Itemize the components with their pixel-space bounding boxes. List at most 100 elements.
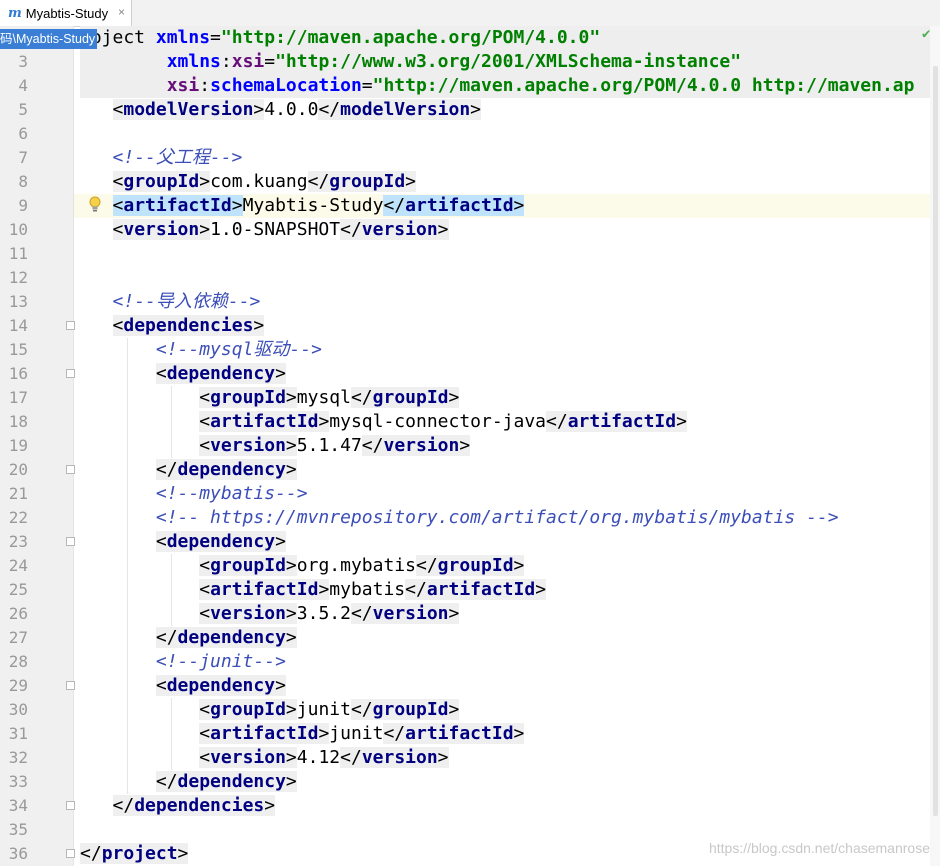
code-line[interactable]: 10 <version>1.0-SNAPSHOT</version> [0,218,940,242]
line-number: 26 [8,604,28,623]
code-line[interactable]: 19 <version>5.1.47</version> [0,434,940,458]
code-line[interactable]: 25 <artifactId>mybatis</artifactId> [0,578,940,602]
fold-icon[interactable] [66,801,75,810]
xml-tag: <version> [199,747,297,768]
code-line[interactable]: 20 </dependency> [0,458,940,482]
code-line[interactable]: 27 </dependency> [0,626,940,650]
code-line[interactable]: 11 [0,242,940,266]
tag-name: dependency [177,459,286,480]
code-token: 3.5.2 [296,603,351,624]
xml-tag: </dependency> [155,627,297,648]
code-line[interactable]: 24 <groupId>org.mybatis</groupId> [0,554,940,578]
code-line[interactable]: 9 <artifactId>Myabtis-Study</artifactId> [0,194,940,218]
code-text: <groupId>mysql</groupId> [80,386,460,410]
code-token: <!--父工程--> [112,147,243,168]
code-text: <groupId>com.kuang</groupId> [80,170,416,194]
tag-name: artifactId [405,723,514,744]
code-line[interactable]: 13 <!--导入依赖--> [0,290,940,314]
code-line[interactable]: 23 <dependency> [0,530,940,554]
code-line[interactable]: 17 <groupId>mysql</groupId> [0,386,940,410]
code-line[interactable]: 5 <modelVersion>4.0.0</modelVersion> [0,98,940,122]
code-token: : [220,51,232,72]
code-line[interactable]: 32 <version>4.12</version> [0,746,940,770]
tab-title: Myabtis-Study [25,5,109,21]
code-line[interactable]: 8 <groupId>com.kuang</groupId> [0,170,940,194]
xml-tag: </version> [340,219,449,240]
code-line[interactable]: 7 <!--父工程--> [0,146,940,170]
line-number: 23 [8,532,28,551]
code-token: junit [296,699,351,720]
code-line[interactable]: 34 </dependencies> [0,794,940,818]
code-line[interactable]: 26 <version>3.5.2</version> [0,602,940,626]
watermark: https://blog.csdn.net/chasemanrose [708,840,930,856]
code-text: <!--父工程--> [80,146,243,170]
close-icon[interactable]: × [118,5,125,19]
code-text: </dependency> [80,626,297,650]
code-line[interactable]: 22 <!-- https://mvnrepository.com/artifa… [0,506,940,530]
lightbulb-icon[interactable] [88,196,102,212]
code-line[interactable]: 31 <artifactId>junit</artifactId> [0,722,940,746]
code-token: <!-- https://mvnrepository.com/artifact/… [155,507,839,528]
code-line[interactable]: 18 <artifactId>mysql-connector-java</art… [0,410,940,434]
code-line[interactable]: 30 <groupId>junit</groupId> [0,698,940,722]
line-number: 9 [18,196,28,215]
code-text: <dependency> [80,674,286,698]
code-line[interactable]: 12 [0,266,940,290]
code-text: </dependencies> [80,794,276,818]
code-line[interactable]: 28 <!--junit--> [0,650,940,674]
code-text: <groupId>org.mybatis</groupId> [80,554,525,578]
code-token: xmlns [155,27,211,48]
code-line[interactable]: 16 <dependency> [0,362,940,386]
tag-name: version [210,435,286,456]
xml-tag: <version> [112,219,211,240]
code-line[interactable]: 29 <dependency> [0,674,940,698]
code-text: xmlns:xsi="http://www.w3.org/2001/XMLSch… [80,50,741,74]
line-number: 30 [8,700,28,719]
fold-icon[interactable] [66,681,75,690]
code-token: = [264,51,276,72]
line-number: 8 [18,172,28,191]
xml-tag: </project> [80,843,189,864]
xml-tag: <version> [199,435,297,456]
tag-name: groupId [372,699,449,720]
vertical-scrollbar[interactable] [930,26,940,866]
editor-tab-bar: m Myabtis-Study × [0,0,940,27]
xml-tag: </artifactId> [383,195,525,216]
code-line[interactable]: 14 <dependencies> [0,314,940,338]
fold-icon[interactable] [66,849,75,858]
tag-name: dependency [177,771,286,792]
code-line[interactable]: 35 [0,818,940,842]
code-token: 5.1.47 [296,435,362,456]
code-token: <!--mysql驱动--> [155,339,322,360]
code-token: mysql [296,387,351,408]
breadcrumb[interactable]: 码\Myabtis-Study [0,29,98,49]
fold-icon[interactable] [66,369,75,378]
fold-icon[interactable] [66,537,75,546]
indent-guide [171,698,172,770]
code-text: <groupId>junit</groupId> [80,698,460,722]
tag-name: groupId [329,171,406,192]
line-number: 32 [8,748,28,767]
code-line[interactable]: 4 xsi:schemaLocation="http://maven.apach… [0,74,940,98]
fold-icon[interactable] [66,465,75,474]
code-line[interactable]: roject xmlns="http://maven.apache.org/PO… [0,26,940,50]
code-line[interactable]: 21 <!--mybatis--> [0,482,940,506]
tag-name: groupId [210,387,286,408]
code-line[interactable]: 15 <!--mysql驱动--> [0,338,940,362]
code-line[interactable]: 3 xmlns:xsi="http://www.w3.org/2001/XMLS… [0,50,940,74]
code-line[interactable]: 6 [0,122,940,146]
line-number: 15 [8,340,28,359]
tab-pom-file[interactable]: m Myabtis-Study × [0,0,132,26]
fold-icon[interactable] [66,321,75,330]
code-token: <!--mybatis--> [155,483,308,504]
tag-name: modelVersion [123,99,254,120]
scrollbar-thumb[interactable] [933,66,938,816]
code-line[interactable]: 33 </dependency> [0,770,940,794]
